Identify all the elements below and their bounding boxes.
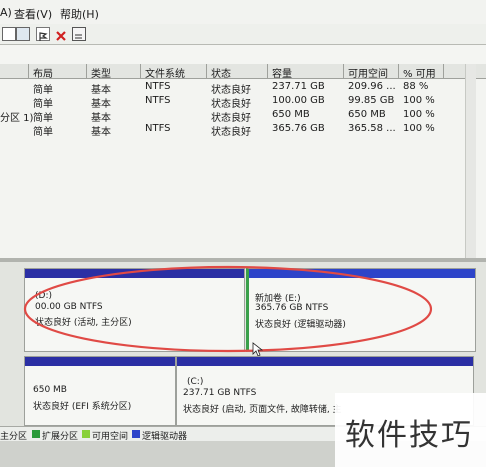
partition-status: 状态良好 (启动, 页面文件, 故障转储, 主 [183,405,342,415]
partition-bar [25,357,175,366]
partition-efi[interactable]: 650 MB 状态良好 (EFI 系统分区) [24,356,176,426]
partition-bar [177,357,473,366]
red-circle-annotation [23,265,433,353]
legend-logical-swatch [132,430,140,438]
legend-extended-swatch [32,430,40,438]
legend-free-swatch [82,430,90,438]
mouse-cursor-icon [252,342,264,357]
partition-status: 状态良好 (EFI 系统分区) [33,402,132,412]
watermark: 软件技巧 [335,393,486,467]
partition-size: 650 MB [33,385,67,395]
watermark-text: 软件技巧 [345,418,473,453]
partition-name: (C:) [187,377,204,387]
partition-size: 237.71 GB NTFS [183,388,257,398]
disk-management-window: A) 查看(V) 帮助(H) 布局 类型 文件系统 状态 容量 可用空间 % 可… [0,0,486,467]
